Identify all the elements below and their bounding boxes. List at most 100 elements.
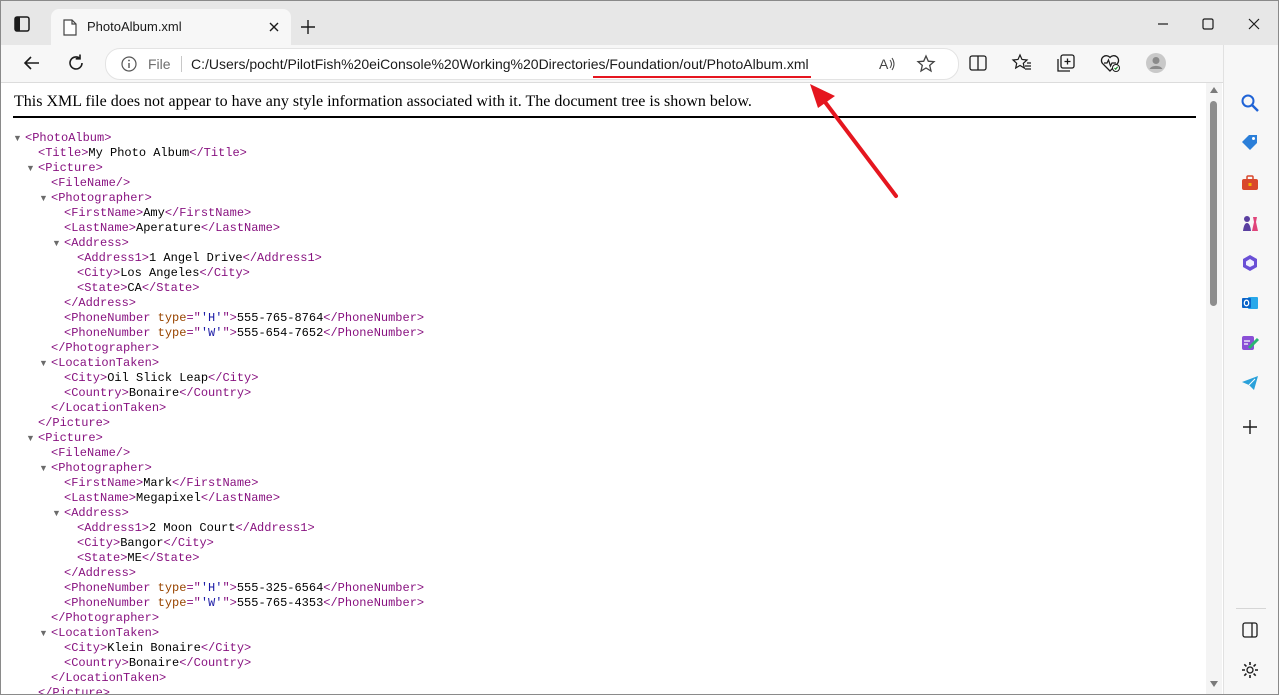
xml-tag: <PhoneNumber	[64, 311, 151, 325]
xml-line: <LastName>Megapixel</LastName>	[64, 491, 280, 506]
search-icon[interactable]	[1240, 93, 1260, 113]
xml-text: Los Angeles	[120, 266, 200, 280]
favorites-icon[interactable]	[1011, 52, 1033, 74]
outlook-icon[interactable]	[1240, 293, 1260, 313]
tab-actions-icon[interactable]	[13, 15, 31, 33]
back-arrow-icon[interactable]	[21, 52, 43, 74]
refresh-icon[interactable]	[65, 52, 87, 74]
xml-line: <Photographer>	[51, 191, 152, 206]
xml-line: <City>Klein Bonaire</City>	[64, 641, 251, 656]
scroll-up-icon[interactable]	[1210, 87, 1218, 93]
xml-attribute-value: 'H'	[200, 311, 223, 325]
scrollbar-thumb[interactable]	[1210, 101, 1217, 306]
profile-avatar-icon[interactable]	[1145, 52, 1167, 74]
close-window-icon[interactable]	[1245, 15, 1263, 33]
shopping-tag-icon[interactable]	[1240, 133, 1260, 153]
microsoft-365-icon[interactable]	[1240, 253, 1260, 273]
settings-gear-icon[interactable]	[1240, 660, 1260, 680]
xml-line: <FileName/>	[51, 446, 130, 461]
xml-tag: <PhotoAlbum>	[25, 131, 112, 145]
xml-line: <PhoneNumber type="'H'">555-765-8764</Ph…	[64, 311, 424, 326]
xml-tag: <FileName/>	[51, 176, 131, 190]
collapse-toggle-icon[interactable]: ▼	[52, 506, 61, 521]
xml-line: <Address1>1 Angel Drive</Address1>	[77, 251, 322, 266]
xml-line: </LocationTaken>	[51, 401, 166, 416]
xml-tag: </PhoneNumber>	[323, 326, 425, 340]
xml-tag: <Address>	[64, 236, 129, 250]
xml-tag: </City>	[200, 641, 252, 655]
xml-tag: </FirstName>	[164, 206, 252, 220]
xml-line: </Picture>	[38, 686, 110, 694]
close-tab-icon[interactable]	[265, 18, 283, 36]
xml-tag: </City>	[208, 371, 259, 385]
xml-tag: <Country>	[64, 656, 129, 670]
xml-tag: <Photographer>	[51, 191, 152, 205]
read-aloud-icon[interactable]: A	[876, 53, 898, 75]
browser-window: PhotoAlbum.xml File C:/Users/pocht/Pilot…	[0, 0, 1279, 695]
xml-tag: </LocationTaken>	[51, 401, 167, 415]
xml-tag: </Address>	[64, 296, 137, 310]
new-tab-icon[interactable]	[299, 18, 317, 36]
collapse-toggle-icon[interactable]: ▼	[26, 161, 35, 176]
xml-attribute-value: 'W'	[200, 596, 223, 610]
xml-attribute-name: type	[157, 326, 187, 340]
favorite-star-icon[interactable]	[915, 53, 937, 75]
xml-tag: </FirstName>	[172, 476, 259, 490]
xml-tag: <City>	[77, 266, 121, 280]
xml-tag: <FirstName>	[64, 476, 144, 490]
xml-tag: </Address>	[64, 566, 137, 580]
xml-tag: <LastName>	[64, 221, 137, 235]
collapse-toggle-icon[interactable]: ▼	[13, 131, 22, 146]
xml-tag: </Picture>	[38, 686, 111, 694]
xml-tag: </State>	[141, 551, 200, 565]
xml-line: </Photographer>	[51, 341, 159, 356]
address-url[interactable]: C:/Users/pocht/PilotFish%20eiConsole%20W…	[191, 56, 809, 72]
sidebar-toggle-icon[interactable]	[1240, 620, 1260, 640]
xml-line: <LocationTaken>	[51, 626, 159, 641]
collapse-toggle-icon[interactable]: ▼	[39, 356, 48, 371]
xml-line: <Country>Bonaire</Country>	[64, 386, 251, 401]
maximize-icon[interactable]	[1199, 15, 1217, 33]
xml-text: My Photo Album	[88, 146, 190, 160]
designer-icon[interactable]	[1240, 333, 1260, 353]
split-screen-icon[interactable]	[967, 52, 989, 74]
vertical-scrollbar[interactable]	[1206, 83, 1222, 694]
xml-tag: </PhoneNumber>	[323, 596, 425, 610]
collapse-toggle-icon[interactable]: ▼	[39, 626, 48, 641]
xml-tag: ">	[222, 596, 237, 610]
xml-attribute-name: type	[157, 581, 187, 595]
collapse-toggle-icon[interactable]: ▼	[39, 461, 48, 476]
collapse-toggle-icon[interactable]: ▼	[26, 431, 35, 446]
add-icon[interactable]	[1240, 417, 1260, 437]
browser-essentials-icon[interactable]	[1099, 52, 1121, 74]
xml-text: Megapixel	[136, 491, 201, 505]
xml-tag: <LocationTaken>	[51, 626, 160, 640]
telegram-icon[interactable]	[1240, 373, 1260, 393]
games-chess-icon[interactable]	[1240, 213, 1260, 233]
xml-tag: <Address>	[64, 506, 129, 520]
active-tab[interactable]: PhotoAlbum.xml	[51, 9, 291, 46]
xml-tag: <FirstName>	[64, 206, 144, 220]
xml-text: 2 Moon Court	[149, 521, 236, 535]
xml-line: <PhoneNumber type="'H'">555-325-6564</Ph…	[64, 581, 424, 596]
xml-tag: </PhoneNumber>	[323, 311, 425, 325]
minimize-icon[interactable]	[1154, 15, 1172, 33]
collapse-toggle-icon[interactable]: ▼	[52, 236, 61, 251]
address-bar[interactable]: File C:/Users/pocht/PilotFish%20eiConsol…	[105, 48, 959, 80]
xml-line: <City>Oil Slick Leap</City>	[64, 371, 258, 386]
collapse-toggle-icon[interactable]: ▼	[39, 191, 48, 206]
collections-icon[interactable]	[1055, 52, 1077, 74]
xml-line: <FileName/>	[51, 176, 130, 191]
xml-tag: <Picture>	[38, 161, 103, 175]
xml-tag: </Picture>	[38, 416, 111, 430]
xml-tag: <PhoneNumber	[64, 326, 151, 340]
xml-line: <City>Bangor</City>	[77, 536, 214, 551]
xml-text	[150, 581, 157, 595]
xml-tag: <LocationTaken>	[51, 356, 160, 370]
info-icon[interactable]	[120, 55, 138, 73]
xml-tag: ="	[186, 581, 201, 595]
xml-line: </Address>	[64, 566, 136, 581]
scroll-down-icon[interactable]	[1210, 681, 1218, 687]
xml-tag: </Photographer>	[51, 611, 160, 625]
tools-briefcase-icon[interactable]	[1240, 173, 1260, 193]
